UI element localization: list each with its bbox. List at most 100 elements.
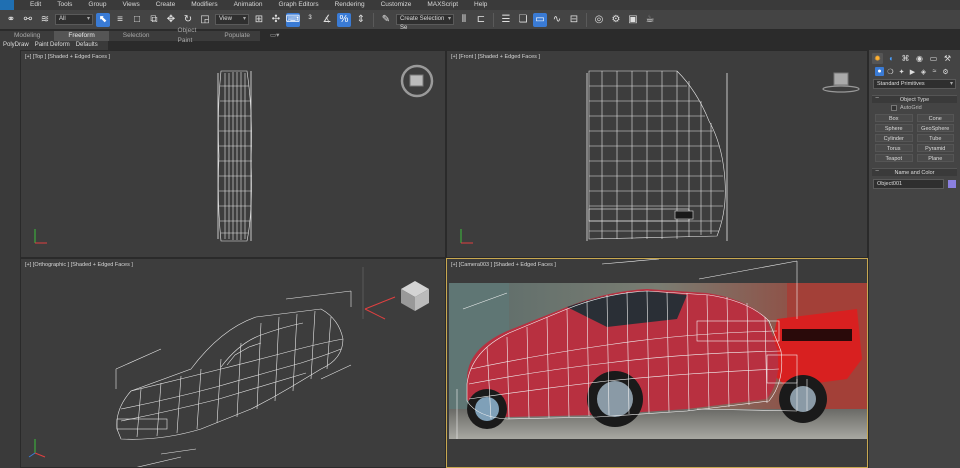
pyramid-button[interactable]: Pyramid xyxy=(916,144,954,152)
menu-edit[interactable]: Edit xyxy=(22,0,49,10)
align-icon[interactable]: ⊏ xyxy=(474,13,488,27)
select-by-name-icon[interactable]: ≡ xyxy=(113,13,127,27)
scene-explorer-icon[interactable]: ☰ xyxy=(499,13,513,27)
object-color-swatch[interactable] xyxy=(948,180,956,188)
select-object-icon[interactable]: ⬉ xyxy=(96,12,110,27)
rendered-frame-window-icon[interactable]: ▣ xyxy=(626,13,640,27)
torus-button[interactable]: Torus xyxy=(875,144,913,152)
render-production-icon[interactable]: ☕ xyxy=(643,13,657,27)
named-selection-sets-dropdown[interactable]: Create Selection Se xyxy=(396,14,454,31)
create-tab-icon[interactable]: ✹ xyxy=(872,53,883,64)
axis-tripod-icon xyxy=(460,229,473,244)
helpers-icon[interactable]: ◈ xyxy=(919,67,928,76)
name-and-color-rollout-header[interactable]: Name and Color xyxy=(872,168,957,176)
tab-selection[interactable]: Selection xyxy=(109,31,164,41)
bind-space-warp-icon[interactable]: ≋ xyxy=(38,13,52,27)
viewport-front[interactable]: [+] [Front ] [Shaded + Edged Faces ] xyxy=(446,50,868,258)
percent-snap-icon[interactable]: % xyxy=(337,12,351,27)
app-logo-icon[interactable] xyxy=(0,0,14,10)
snaps-toggle-icon[interactable]: ³ xyxy=(303,13,317,27)
menu-views[interactable]: Views xyxy=(114,0,147,10)
toggle-ribbon-icon[interactable]: ▭ xyxy=(533,12,547,27)
object-name-field[interactable]: Object001 xyxy=(873,179,944,189)
menu-help[interactable]: Help xyxy=(466,0,495,10)
tab-freeform[interactable]: Freeform xyxy=(54,31,109,41)
display-tab-icon[interactable]: ▭ xyxy=(928,53,939,64)
menu-customize[interactable]: Customize xyxy=(373,0,420,10)
viewport-camera[interactable]: [+] [Camera003 ] [Shaded + Edged Faces ] xyxy=(446,258,868,468)
cone-button[interactable]: Cone xyxy=(916,114,954,122)
menu-group[interactable]: Group xyxy=(80,0,114,10)
lights-icon[interactable]: ✦ xyxy=(897,67,906,76)
tab-populate[interactable]: Populate xyxy=(210,31,264,41)
material-editor-icon[interactable]: ◎ xyxy=(592,13,606,27)
subtab-defaults[interactable]: Defaults xyxy=(73,41,101,50)
primitive-category-dropdown[interactable]: Standard Primitives xyxy=(873,79,956,89)
menu-animation[interactable]: Animation xyxy=(226,0,271,10)
edit-named-selection-icon[interactable]: ✎ xyxy=(379,13,393,27)
box-button[interactable]: Box xyxy=(875,114,913,122)
plane-button[interactable]: Plane xyxy=(916,154,954,162)
subtab-paint-deform[interactable]: Paint Deform xyxy=(32,41,73,50)
render-setup-icon[interactable]: ⚙ xyxy=(609,13,623,27)
menu-tools[interactable]: Tools xyxy=(49,0,80,10)
autogrid-option[interactable]: AutoGrid xyxy=(891,105,960,111)
hierarchy-tab-icon[interactable]: ⌘ xyxy=(900,53,911,64)
space-warps-icon[interactable]: ≈ xyxy=(930,67,939,76)
curve-editor-icon[interactable]: ∿ xyxy=(550,13,564,27)
ribbon-options-icon[interactable]: ▭▾ xyxy=(264,31,285,41)
select-manipulate-icon[interactable]: ✣ xyxy=(269,13,283,27)
toolbar-separator xyxy=(373,12,374,27)
unlink-icon[interactable]: ⚯ xyxy=(21,13,35,27)
create-categories: ● ❍ ✦ ▶ ◈ ≈ ⚙ xyxy=(869,66,960,79)
shapes-icon[interactable]: ❍ xyxy=(886,67,895,76)
schematic-view-icon[interactable]: ⊟ xyxy=(567,13,581,27)
mirror-icon[interactable]: ⫴ xyxy=(457,13,471,27)
cylinder-button[interactable]: Cylinder xyxy=(875,134,913,142)
viewport-orthographic[interactable]: [+] [Orthographic ] [Shaded + Edged Face… xyxy=(20,258,446,468)
ribbon-tabs: Modeling Freeform Selection Object Paint… xyxy=(0,27,279,44)
menu-maxscript[interactable]: MAXScript xyxy=(419,0,466,10)
motion-tab-icon[interactable]: ◉ xyxy=(914,53,925,64)
main-toolbar: ⚭ ⚯ ≋ All ⬉ ≡ □ ⧉ ✥ ↻ ◲ View ⊞ ✣ ⌨ ³ ∡ %… xyxy=(0,10,960,31)
selection-filter-dropdown[interactable]: All xyxy=(55,14,93,25)
tab-object-paint[interactable]: Object Paint xyxy=(164,26,211,46)
pivot-center-icon[interactable]: ⊞ xyxy=(252,13,266,27)
teapot-button[interactable]: Teapot xyxy=(875,154,913,162)
subtab-polydraw[interactable]: PolyDraw xyxy=(0,41,32,50)
select-scale-icon[interactable]: ◲ xyxy=(198,13,212,27)
car-wireframe-front xyxy=(460,70,860,244)
menu-graph-editors[interactable]: Graph Editors xyxy=(271,0,327,10)
reference-coordinate-dropdown[interactable]: View xyxy=(215,14,249,25)
menu-rendering[interactable]: Rendering xyxy=(327,0,373,10)
menu-create[interactable]: Create xyxy=(148,0,184,10)
sphere-button[interactable]: Sphere xyxy=(875,124,913,132)
window-crossing-icon[interactable]: ⧉ xyxy=(147,13,161,27)
geosphere-button[interactable]: GeoSphere xyxy=(916,124,954,132)
primitive-buttons: Box Cone Sphere GeoSphere Cylinder Tube … xyxy=(875,114,954,162)
tab-modeling[interactable]: Modeling xyxy=(0,31,54,41)
cameras-icon[interactable]: ▶ xyxy=(908,67,917,76)
viewport-top[interactable]: [+] [Top ] [Shaded + Edged Faces ] xyxy=(20,50,446,258)
autogrid-checkbox[interactable] xyxy=(891,105,897,111)
modify-tab-icon[interactable]: ◐ xyxy=(886,53,897,64)
layer-explorer-icon[interactable]: ❏ xyxy=(516,13,530,27)
angle-snap-icon[interactable]: ∡ xyxy=(320,13,334,27)
autogrid-label: AutoGrid xyxy=(900,105,922,111)
object-type-rollout-header[interactable]: Object Type xyxy=(872,95,957,103)
select-move-icon[interactable]: ✥ xyxy=(164,13,178,27)
ribbon-subtabs: PolyDraw Paint Deform Defaults xyxy=(0,41,108,50)
keyboard-shortcut-override-icon[interactable]: ⌨ xyxy=(286,12,300,27)
viewcube-icon xyxy=(362,267,429,320)
viewport-left-strip xyxy=(0,50,20,468)
geometry-icon[interactable]: ● xyxy=(875,67,884,76)
select-rotate-icon[interactable]: ↻ xyxy=(181,13,195,27)
link-icon[interactable]: ⚭ xyxy=(4,13,18,27)
utilities-tab-icon[interactable]: ⚒ xyxy=(942,53,953,64)
menu-modifiers[interactable]: Modifiers xyxy=(183,0,225,10)
spinner-snap-icon[interactable]: ⇕ xyxy=(354,13,368,27)
car-wireframe-perspective xyxy=(28,267,429,467)
systems-icon[interactable]: ⚙ xyxy=(941,67,950,76)
tube-button[interactable]: Tube xyxy=(916,134,954,142)
rect-selection-icon[interactable]: □ xyxy=(130,13,144,27)
